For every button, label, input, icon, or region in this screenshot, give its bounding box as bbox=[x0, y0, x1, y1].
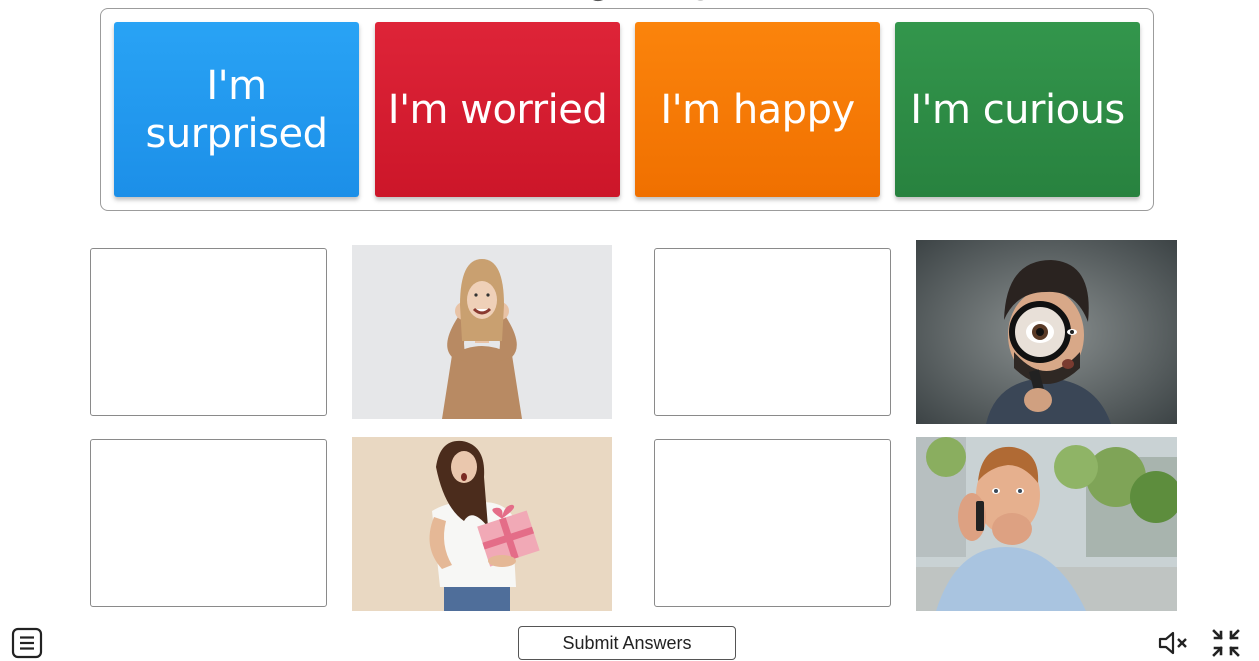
top-decoration-icon bbox=[593, 0, 704, 2]
surprised-woman-photo bbox=[352, 437, 612, 611]
answer-tile-surprised[interactable]: I'm surprised bbox=[114, 22, 359, 197]
answer-tile-label: I'm happy bbox=[660, 86, 855, 133]
sound-off-icon bbox=[1158, 631, 1187, 655]
exit-fullscreen-icon bbox=[1212, 629, 1240, 657]
drop-zone-4[interactable] bbox=[654, 439, 891, 607]
drop-zone-3[interactable] bbox=[90, 439, 327, 607]
menu-icon bbox=[11, 627, 43, 659]
submit-answers-label: Submit Answers bbox=[562, 632, 692, 653]
curious-man-photo bbox=[916, 240, 1177, 424]
drop-zone-1[interactable] bbox=[90, 248, 327, 416]
mute-button[interactable] bbox=[1156, 628, 1192, 658]
answer-tile-happy[interactable]: I'm happy bbox=[635, 22, 880, 197]
activity-stage: I'm surprised I'm worried I'm happy I'm … bbox=[0, 0, 1259, 661]
submit-answers-button[interactable]: Submit Answers bbox=[518, 626, 736, 660]
exit-fullscreen-button[interactable] bbox=[1208, 627, 1244, 659]
answer-tile-curious[interactable]: I'm curious bbox=[895, 22, 1140, 197]
answer-tile-worried[interactable]: I'm worried bbox=[375, 22, 620, 197]
answer-tile-label: I'm surprised bbox=[145, 62, 328, 157]
answer-tile-label: I'm curious bbox=[910, 86, 1125, 133]
drop-zone-2[interactable] bbox=[654, 248, 891, 416]
worried-man-photo bbox=[916, 437, 1177, 611]
menu-button[interactable] bbox=[10, 626, 44, 660]
answer-tile-label: I'm worried bbox=[387, 86, 608, 133]
happy-woman-photo bbox=[352, 245, 612, 419]
